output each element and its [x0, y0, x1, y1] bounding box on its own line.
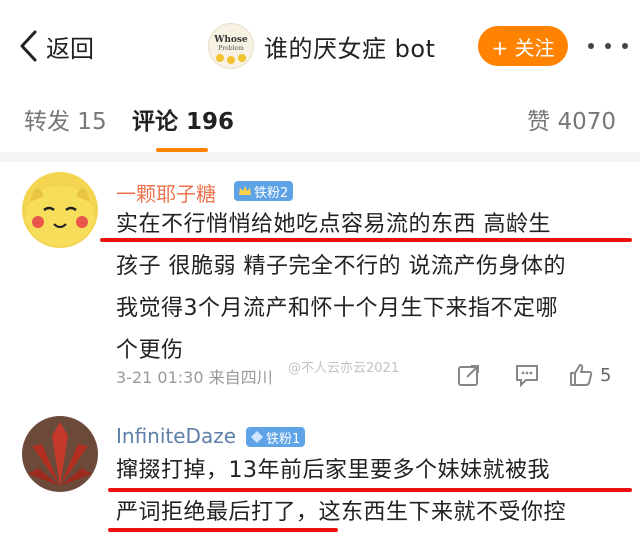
share-button[interactable] [456, 362, 482, 388]
tab-likes[interactable]: 赞 4070 [527, 102, 616, 136]
avatar-subtext: Problem [218, 45, 244, 52]
back-label: 返回 [46, 34, 94, 63]
pikachu-avatar-icon [22, 172, 98, 248]
dot-icon [605, 43, 611, 49]
section-divider [0, 152, 640, 162]
tab-repost[interactable]: 转发 15 [24, 102, 107, 136]
back-button[interactable]: 返回 [18, 26, 94, 66]
commenter-avatar[interactable] [22, 172, 98, 248]
dot-icon [622, 43, 628, 49]
comment-line: 撺掇打掉，13年前后家里要多个妹妹就被我 [116, 458, 550, 483]
diamond-icon [251, 431, 263, 443]
commenter-username[interactable]: 一颗耶子糖 [116, 178, 216, 207]
fan-badge: 铁粉2 [234, 181, 294, 201]
tab-bar: 转发 15 评论 196 赞 4070 [0, 96, 640, 153]
fan-badge-label: 铁粉1 [266, 431, 301, 447]
comment-text: 撺掇打掉，13年前后家里要多个妹妹就被我 严词拒绝最后打了，这东西生下来就不受你… [116, 450, 626, 534]
more-options-button[interactable] [588, 34, 628, 58]
chevron-left-icon [20, 30, 37, 62]
page-title: 谁的厌女症 bot [264, 34, 436, 63]
comment-icon [516, 365, 538, 388]
comment-text: 实在不行悄悄给她吃点容易流的东西 高龄生 孩子 很脆弱 精子完全不行的 说流产伤… [116, 204, 626, 372]
crown-icon [239, 186, 251, 195]
comment-item: InfiniteDaze 铁粉1 撺掇打掉，13年前后家里要多个妹妹就被我 严词… [0, 402, 640, 533]
comment-line: 我觉得3个月流产和怀十个月生下来指不定哪 [116, 296, 558, 321]
reply-button[interactable] [514, 362, 540, 388]
fan-badge: 铁粉1 [246, 427, 306, 447]
top-bar: 返回 Whose Problem 谁的厌女症 bot + 关注 [0, 0, 640, 92]
comment-meta: 3-21 01:30 来自四川 [116, 368, 273, 387]
thumbs-up-icon [570, 364, 593, 386]
account-avatar[interactable]: Whose Problem [208, 23, 254, 69]
tab-comments[interactable]: 评论 196 [132, 102, 234, 136]
highlight-underline [100, 238, 632, 242]
like-button[interactable]: 5 [568, 362, 611, 388]
share-icon [458, 365, 479, 386]
like-count: 5 [600, 364, 612, 386]
commenter-username[interactable]: InfiniteDaze [116, 424, 236, 448]
dot-icon [588, 43, 594, 49]
highlight-underline [108, 488, 632, 492]
red-plant-avatar-icon [22, 416, 98, 492]
account-logo-icon: Whose Problem [213, 35, 248, 64]
avatar-text: Whose [213, 35, 248, 45]
commenter-avatar[interactable] [22, 416, 98, 492]
title-area[interactable]: Whose Problem 谁的厌女症 bot [208, 22, 435, 70]
follow-button[interactable]: + 关注 [478, 26, 568, 66]
highlight-underline [108, 528, 338, 532]
watermark: @不人云亦云2021 [288, 361, 400, 376]
comment-line: 孩子 很脆弱 精子完全不行的 说流产伤身体的 [116, 254, 566, 279]
fan-badge-label: 铁粉2 [254, 185, 289, 201]
